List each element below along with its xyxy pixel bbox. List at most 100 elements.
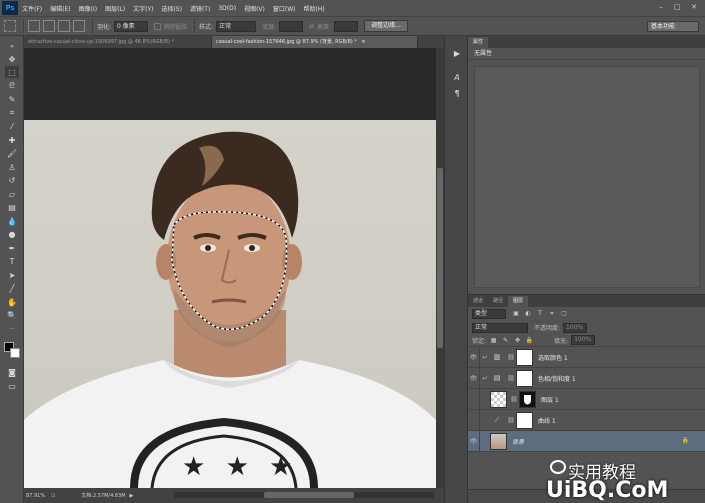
chain-link-icon[interactable]: ⛓ <box>506 375 516 382</box>
blur-tool-icon[interactable]: 💧 <box>5 215 19 227</box>
minimize-icon[interactable]: – <box>655 2 667 12</box>
layer-thumbnail[interactable] <box>490 390 507 408</box>
layer-row-curves[interactable]: ⟋ ⛓ 曲线 1 <box>468 409 705 431</box>
chain-link-icon[interactable]: ⛓ <box>509 396 519 403</box>
pen-tool-icon[interactable]: ✒ <box>5 242 19 254</box>
eyedropper-tool-icon[interactable]: ⁄ <box>5 120 19 132</box>
lock-pixels-icon[interactable]: ▦ <box>489 336 498 345</box>
paragraph-panel-icon[interactable]: ¶ <box>450 86 464 100</box>
play-icon[interactable]: ▶ <box>450 46 464 60</box>
tab-properties[interactable]: 属性 <box>468 37 489 48</box>
collapse-icon[interactable]: » <box>5 40 19 52</box>
swap-icon[interactable]: ⇄ <box>309 23 314 30</box>
horizontal-scrollbar[interactable] <box>174 492 434 498</box>
shape-tool-icon[interactable]: ╱ <box>5 282 19 294</box>
filter-pixel-icon[interactable]: ▣ <box>512 310 520 318</box>
clone-stamp-tool-icon[interactable]: ♙ <box>5 161 19 173</box>
canvas-area[interactable]: ★ ★ ★ <box>24 48 436 488</box>
type-tool-icon[interactable]: T <box>5 255 19 267</box>
document-photo[interactable]: ★ ★ ★ <box>24 120 436 488</box>
intersect-selection-icon[interactable] <box>73 20 85 32</box>
lock-all-icon[interactable]: 🔒 <box>525 336 534 345</box>
subtract-selection-icon[interactable] <box>58 20 70 32</box>
more-tools-icon[interactable]: ··· <box>5 323 19 335</box>
layer-row-background[interactable]: 👁 背景 🔒 <box>468 430 705 452</box>
hand-tool-icon[interactable]: ✋ <box>5 296 19 308</box>
menu-view[interactable]: 视图(V) <box>244 4 265 13</box>
background-color-swatch[interactable] <box>10 348 20 358</box>
menu-3d[interactable]: 3D(D) <box>218 5 236 12</box>
opacity-input[interactable]: 100% <box>563 322 588 333</box>
height-input[interactable] <box>334 20 359 32</box>
brush-tool-icon[interactable]: 🖌 <box>5 147 19 159</box>
menu-select[interactable]: 选择(S) <box>161 4 182 13</box>
layer-thumbnail[interactable] <box>490 432 507 450</box>
chain-link-icon[interactable]: ⛓ <box>506 417 516 424</box>
visibility-eye-icon[interactable]: 👁 <box>468 430 480 452</box>
share-icon[interactable]: ⊡ <box>51 493 55 499</box>
marquee-tool-icon[interactable]: ⬚ <box>5 66 19 78</box>
zoom-level[interactable]: 87.91% <box>26 493 45 499</box>
fill-input[interactable]: 100% <box>571 335 596 345</box>
vertical-scroll-thumb[interactable] <box>437 168 443 348</box>
menu-help[interactable]: 帮助(H) <box>304 4 325 13</box>
quick-mask-icon[interactable]: ◙ <box>5 366 19 378</box>
visibility-off-box[interactable] <box>468 409 480 431</box>
visibility-off-box[interactable] <box>468 388 480 410</box>
layer-mask-thumbnail[interactable] <box>516 411 533 429</box>
screen-mode-icon[interactable]: ▭ <box>5 380 19 392</box>
menu-file[interactable]: 文件(F) <box>22 4 42 13</box>
tab-channels[interactable]: 通道 <box>468 296 488 307</box>
tab-paths[interactable]: 路径 <box>488 296 508 307</box>
filter-smart-object-icon[interactable]: ▢ <box>560 310 568 318</box>
zoom-tool-icon[interactable]: 🔍 <box>5 309 19 321</box>
healing-tool-icon[interactable]: ✚ <box>5 134 19 146</box>
tab-layers[interactable]: 图层 <box>508 296 529 307</box>
antialias-checkbox[interactable] <box>154 22 162 30</box>
new-selection-icon[interactable] <box>28 20 40 32</box>
menu-image[interactable]: 图像(I) <box>79 4 97 13</box>
layer-row-hue-saturation[interactable]: 👁 ↵ ▤ ⛓ 色相/饱和度 1 <box>468 367 705 389</box>
menu-type[interactable]: 文字(Y) <box>133 4 153 13</box>
path-select-tool-icon[interactable]: ➤ <box>5 269 19 281</box>
lock-position-icon[interactable]: ✥ <box>513 336 522 345</box>
horizontal-scroll-thumb[interactable] <box>264 492 354 498</box>
crop-tool-icon[interactable]: ⌗ <box>5 107 19 119</box>
layer-row-selective-color[interactable]: 👁 ↵ ▥ ⛓ 选取颜色 1 <box>468 346 705 368</box>
layer-mask-thumbnail[interactable] <box>516 348 533 366</box>
layer-mask-thumbnail[interactable] <box>516 369 533 387</box>
menu-layer[interactable]: 图层(L) <box>105 4 125 13</box>
maximize-icon[interactable]: □ <box>671 2 683 12</box>
close-tab-icon[interactable]: ✕ <box>361 39 365 45</box>
status-menu-icon[interactable]: ▶ <box>130 493 134 499</box>
workspace-select[interactable]: 基本功能 <box>647 21 699 32</box>
tab-document-1[interactable]: attractive-casual-close-up-1906997.jpg @… <box>24 36 212 48</box>
layer-kind-select[interactable]: 类型 <box>472 309 506 319</box>
character-panel-icon[interactable]: A <box>450 70 464 84</box>
filter-shape-icon[interactable]: ⌗ <box>548 310 556 318</box>
menu-edit[interactable]: 编辑(E) <box>50 4 70 13</box>
marquee-preset-icon[interactable] <box>4 20 16 32</box>
style-select[interactable]: 正常 <box>216 20 257 32</box>
visibility-eye-icon[interactable]: 👁 <box>468 367 480 389</box>
vertical-scrollbar[interactable] <box>436 48 444 488</box>
tab-document-2[interactable]: casual-cool-fashion-157646.jpg @ 87.9% (… <box>212 36 418 48</box>
lock-paint-icon[interactable]: ✎ <box>501 336 510 345</box>
move-tool-icon[interactable]: ✥ <box>5 53 19 65</box>
chain-link-icon[interactable]: ⛓ <box>506 354 516 361</box>
lasso-tool-icon[interactable]: ᘓ <box>5 80 19 92</box>
eraser-tool-icon[interactable]: ▱ <box>5 188 19 200</box>
filter-type-icon[interactable]: T <box>536 310 544 318</box>
quick-select-tool-icon[interactable]: ✎ <box>5 93 19 105</box>
history-brush-tool-icon[interactable]: ↺ <box>5 174 19 186</box>
add-selection-icon[interactable] <box>43 20 55 32</box>
menu-filter[interactable]: 滤镜(T) <box>190 4 210 13</box>
dodge-tool-icon[interactable]: ● <box>5 228 19 240</box>
feather-input[interactable]: 0 像素 <box>114 20 149 32</box>
filter-adjustment-icon[interactable]: ◐ <box>524 310 532 318</box>
gradient-tool-icon[interactable]: ▤ <box>5 201 19 213</box>
visibility-eye-icon[interactable]: 👁 <box>468 346 480 368</box>
width-input[interactable] <box>279 20 304 32</box>
layer-row-layer-1[interactable]: ⛓ 图层 1 <box>468 388 705 410</box>
menu-window[interactable]: 窗口(W) <box>273 4 296 13</box>
